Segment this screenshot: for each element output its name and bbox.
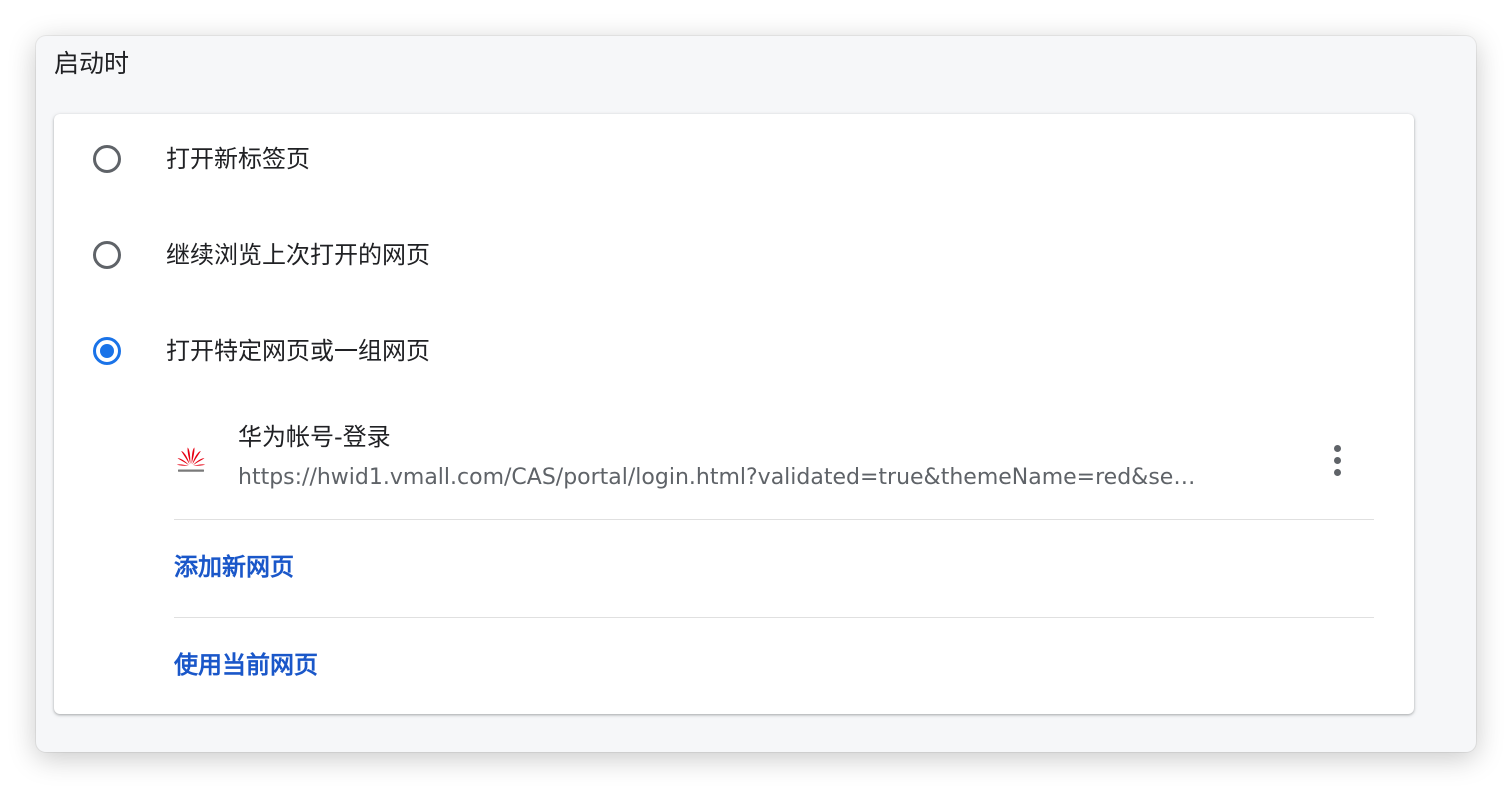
section-title: 启动时 (54, 49, 130, 78)
radio-option-specific-pages[interactable]: 打开特定网页或一组网页 (54, 322, 1414, 386)
startup-page-title: 华为帐号-登录 (238, 423, 391, 451)
radio-option-continue[interactable]: 继续浏览上次打开的网页 (54, 226, 1414, 290)
radio-label-specific-pages: 打开特定网页或一组网页 (166, 337, 430, 365)
more-vert-icon (1334, 469, 1341, 476)
divider (174, 617, 1374, 618)
settings-window: 启动时 打开新标签页 继续浏览上次打开的网页 打开特定网页或一组网页 华为帐号-… (36, 36, 1476, 752)
startup-page-entry: 华为帐号-登录 https://hwid1.vmall.com/CAS/port… (174, 414, 1374, 518)
startup-page-url: https://hwid1.vmall.com/CAS/portal/login… (238, 465, 1196, 490)
more-vert-icon (1334, 457, 1341, 464)
radio-button-new-tab[interactable] (93, 145, 121, 173)
startup-card: 打开新标签页 继续浏览上次打开的网页 打开特定网页或一组网页 华为帐号-登录 h… (54, 114, 1414, 714)
radio-label-new-tab: 打开新标签页 (166, 145, 310, 173)
radio-option-new-tab[interactable]: 打开新标签页 (54, 130, 1414, 194)
use-current-pages-button[interactable]: 使用当前网页 (174, 648, 318, 682)
more-actions-button[interactable] (1319, 440, 1355, 480)
radio-button-continue[interactable] (93, 241, 121, 269)
add-new-page-button[interactable]: 添加新网页 (174, 550, 294, 584)
divider (174, 519, 1374, 520)
radio-label-continue: 继续浏览上次打开的网页 (166, 241, 430, 269)
more-vert-icon (1334, 445, 1341, 452)
radio-button-specific-pages[interactable] (93, 337, 121, 365)
huawei-logo-icon (176, 447, 206, 472)
